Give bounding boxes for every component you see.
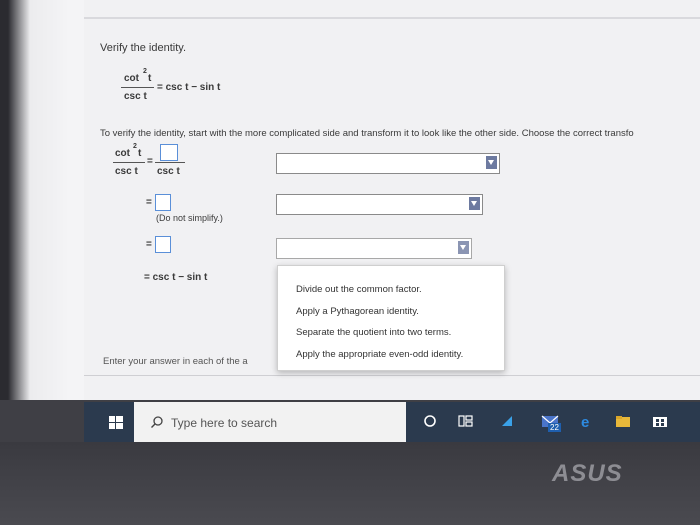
file-explorer-icon[interactable]	[615, 414, 631, 428]
step1-reason-select[interactable]	[276, 153, 500, 174]
identity-fraction-bar	[121, 87, 154, 88]
step1-numerator: cot	[115, 148, 130, 159]
store-icon[interactable]	[652, 414, 668, 428]
step2-equals: =	[146, 197, 152, 208]
step1-exponent: 2	[133, 143, 137, 150]
top-divider	[84, 17, 700, 19]
step1-rhs-denominator: csc t	[157, 166, 180, 177]
dropdown-option[interactable]: Separate the quotient into two terms.	[296, 327, 451, 338]
question-header: Verify the identity.	[100, 42, 187, 54]
dropdown-option[interactable]: Apply a Pythagorean identity.	[296, 306, 419, 317]
step1-denominator: csc t	[115, 166, 138, 177]
final-result: = csc t − sin t	[144, 272, 208, 283]
identity-numerator: cot	[124, 73, 139, 84]
step1-equals: =	[147, 156, 153, 167]
identity-exponent: 2	[143, 68, 147, 75]
step1-lhs-bar	[113, 162, 145, 163]
reason-dropdown-menu: Divide out the common factor. Apply a Py…	[277, 265, 505, 371]
step1-rhs-bar	[155, 162, 185, 163]
mail-badge: 22	[548, 423, 561, 432]
step2-note: (Do not simplify.)	[156, 213, 223, 223]
cortana-icon[interactable]	[423, 414, 437, 428]
chevron-down-icon[interactable]	[469, 197, 480, 210]
brand-logo: ASUS	[552, 460, 623, 487]
step3-equals: =	[146, 239, 152, 250]
app-icon[interactable]	[500, 414, 514, 428]
footer-divider	[84, 375, 700, 376]
identity-rhs: = csc t − sin t	[157, 82, 221, 93]
dropdown-option[interactable]: Divide out the common factor.	[296, 284, 422, 295]
identity-denominator: csc t	[124, 91, 147, 102]
step3-input[interactable]	[155, 236, 171, 253]
svg-text:e: e	[581, 414, 589, 428]
step1-numerator-input[interactable]	[160, 144, 178, 161]
step2-reason-select[interactable]	[276, 194, 483, 215]
dropdown-option[interactable]: Apply the appropriate even-odd identity.	[296, 349, 463, 360]
task-view-icon[interactable]	[458, 414, 473, 428]
step1-var: t	[138, 148, 142, 159]
footer-text: Enter your answer in each of the a	[103, 356, 248, 367]
search-icon	[150, 415, 164, 429]
step3-reason-select[interactable]	[276, 238, 472, 259]
instruction-text: To verify the identity, start with the m…	[100, 128, 634, 139]
identity-var: t	[148, 73, 152, 84]
edge-browser-icon[interactable]: e	[580, 414, 596, 431]
step2-input[interactable]	[155, 194, 171, 211]
chevron-down-icon[interactable]	[486, 156, 497, 169]
chevron-down-icon[interactable]	[458, 241, 469, 254]
taskbar-search-placeholder: Type here to search	[171, 416, 278, 430]
windows-start-icon[interactable]	[109, 416, 123, 429]
